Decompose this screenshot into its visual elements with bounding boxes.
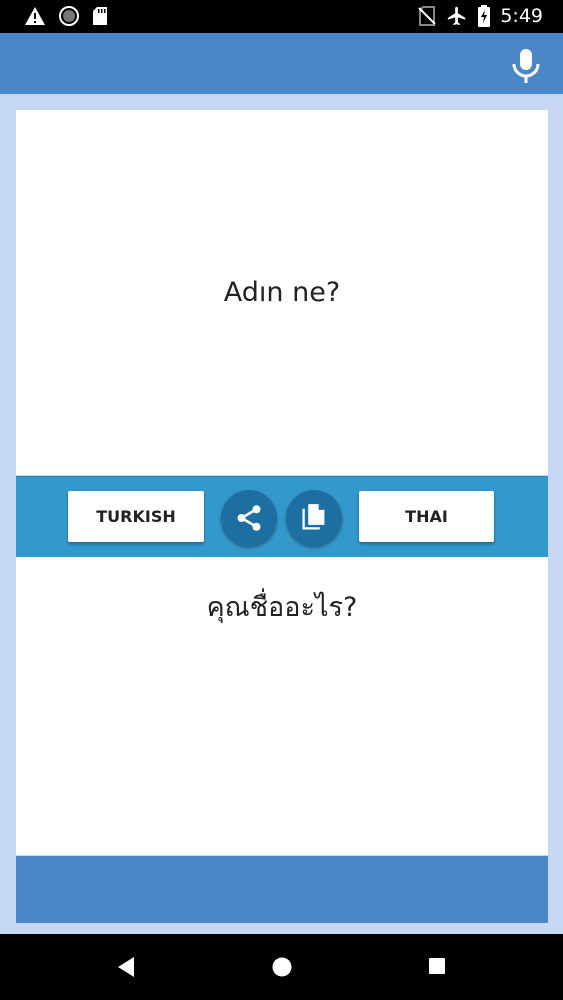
status-bar-system: 5:49: [418, 5, 543, 27]
copy-button[interactable]: [286, 490, 342, 546]
microphone-icon: [512, 49, 540, 83]
recents-button[interactable]: [427, 956, 447, 981]
source-text: Adın ne?: [223, 277, 341, 308]
home-button[interactable]: [271, 956, 293, 983]
translation-card: คุณชื่ออะไร?: [16, 557, 548, 855]
battery-charging-icon: [478, 5, 491, 27]
recents-icon: [429, 958, 445, 974]
home-icon: [272, 957, 292, 977]
sd-card-icon: [93, 7, 107, 25]
microphone-button[interactable]: [511, 48, 541, 84]
no-sim-icon: [418, 6, 437, 26]
back-button[interactable]: [116, 956, 136, 983]
source-text-card[interactable]: Adın ne?: [16, 110, 548, 475]
back-icon: [118, 957, 134, 977]
alert-icon: [25, 7, 45, 25]
translated-text: คุณชื่ออะไร?: [206, 592, 358, 623]
bottom-panel: [16, 856, 548, 923]
language-bar: TURKISH THAI: [16, 476, 548, 558]
airplane-icon: [448, 6, 466, 26]
copy-icon: [302, 504, 325, 530]
status-bar: 5:49: [0, 0, 563, 33]
source-language-button[interactable]: TURKISH: [68, 491, 204, 542]
status-bar-notifications: [24, 5, 108, 27]
navigation-bar: [0, 934, 563, 1000]
share-icon: [237, 505, 261, 531]
app-bar: [0, 33, 563, 94]
status-time: 5:49: [500, 5, 543, 27]
sync-icon: [59, 6, 79, 26]
target-language-button[interactable]: THAI: [359, 491, 494, 542]
share-button[interactable]: [221, 490, 277, 546]
